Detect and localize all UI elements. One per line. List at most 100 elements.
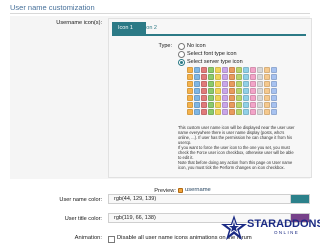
server-icon[interactable] xyxy=(222,67,228,73)
server-icon[interactable] xyxy=(271,88,277,94)
server-icon[interactable] xyxy=(257,81,263,87)
server-icon[interactable] xyxy=(243,88,249,94)
server-icon[interactable] xyxy=(229,81,235,87)
server-icon[interactable] xyxy=(208,95,214,101)
server-icon[interactable] xyxy=(201,74,207,80)
server-icon[interactable] xyxy=(208,81,214,87)
server-icon[interactable] xyxy=(215,95,221,101)
user-name-color-input[interactable]: rgb(44, 129, 139) xyxy=(108,194,310,204)
server-icon[interactable] xyxy=(222,81,228,87)
server-icon[interactable] xyxy=(250,74,256,80)
server-icon[interactable] xyxy=(236,74,242,80)
server-icon[interactable] xyxy=(194,88,200,94)
server-icon[interactable] xyxy=(229,102,235,108)
server-icon[interactable] xyxy=(271,67,277,73)
server-icon[interactable] xyxy=(243,67,249,73)
server-icon[interactable] xyxy=(250,81,256,87)
server-icon[interactable] xyxy=(243,95,249,101)
server-icon[interactable] xyxy=(201,67,207,73)
server-icon[interactable] xyxy=(194,102,200,108)
server-icon[interactable] xyxy=(236,88,242,94)
server-icon[interactable] xyxy=(257,102,263,108)
server-icon[interactable] xyxy=(243,102,249,108)
server-icon[interactable] xyxy=(264,102,270,108)
server-icon[interactable] xyxy=(271,102,277,108)
server-icon[interactable] xyxy=(271,81,277,87)
server-icon[interactable] xyxy=(201,102,207,108)
server-icon[interactable] xyxy=(264,67,270,73)
server-icon[interactable] xyxy=(236,109,242,115)
server-icon[interactable] xyxy=(250,95,256,101)
server-icon[interactable] xyxy=(243,74,249,80)
server-icon[interactable] xyxy=(215,102,221,108)
server-icon[interactable] xyxy=(250,88,256,94)
server-icon[interactable] xyxy=(187,74,193,80)
server-icon[interactable] xyxy=(194,81,200,87)
server-icon[interactable] xyxy=(264,109,270,115)
server-icon[interactable] xyxy=(201,109,207,115)
server-icon[interactable] xyxy=(236,102,242,108)
server-icon[interactable] xyxy=(187,109,193,115)
server-icon[interactable] xyxy=(229,67,235,73)
server-icon[interactable] xyxy=(201,88,207,94)
server-icon[interactable] xyxy=(257,74,263,80)
server-icon[interactable] xyxy=(257,109,263,115)
server-icon[interactable] xyxy=(187,81,193,87)
radio-server-type-icon[interactable] xyxy=(178,59,185,66)
server-icon[interactable] xyxy=(208,67,214,73)
server-icon[interactable] xyxy=(222,102,228,108)
server-icon[interactable] xyxy=(271,74,277,80)
server-icon[interactable] xyxy=(222,95,228,101)
type-label: Type: xyxy=(158,43,172,49)
server-icon[interactable] xyxy=(215,88,221,94)
server-icon[interactable] xyxy=(201,81,207,87)
server-icon[interactable] xyxy=(208,74,214,80)
logo-subtext: ONLINE xyxy=(274,230,300,235)
server-icon[interactable] xyxy=(236,81,242,87)
server-icon[interactable] xyxy=(215,109,221,115)
server-icon[interactable] xyxy=(257,67,263,73)
server-icon[interactable] xyxy=(229,74,235,80)
server-icon[interactable] xyxy=(264,81,270,87)
server-icon[interactable] xyxy=(201,95,207,101)
server-icon[interactable] xyxy=(194,109,200,115)
server-icon[interactable] xyxy=(215,81,221,87)
server-icon[interactable] xyxy=(271,109,277,115)
tab-icon-2[interactable]: Icon 2 xyxy=(136,22,168,34)
server-icon[interactable] xyxy=(194,67,200,73)
server-icon[interactable] xyxy=(187,67,193,73)
server-icon[interactable] xyxy=(250,102,256,108)
server-icon[interactable] xyxy=(222,109,228,115)
server-icon[interactable] xyxy=(264,88,270,94)
server-icon[interactable] xyxy=(194,95,200,101)
server-icon[interactable] xyxy=(257,95,263,101)
server-icon[interactable] xyxy=(264,74,270,80)
server-icon[interactable] xyxy=(243,109,249,115)
server-icon[interactable] xyxy=(215,74,221,80)
server-icon[interactable] xyxy=(236,67,242,73)
server-icon[interactable] xyxy=(229,95,235,101)
server-icon[interactable] xyxy=(243,81,249,87)
description-line: check the Force user icon checkbox, othe… xyxy=(178,150,294,155)
server-icon[interactable] xyxy=(194,74,200,80)
server-icon[interactable] xyxy=(271,95,277,101)
server-icon[interactable] xyxy=(250,109,256,115)
server-icon[interactable] xyxy=(187,102,193,108)
server-icon[interactable] xyxy=(208,109,214,115)
server-icon[interactable] xyxy=(236,95,242,101)
server-icon[interactable] xyxy=(250,67,256,73)
server-icon[interactable] xyxy=(257,88,263,94)
server-icon[interactable] xyxy=(222,88,228,94)
disable-animations-checkbox[interactable] xyxy=(108,236,115,243)
server-icon[interactable] xyxy=(208,102,214,108)
server-icon[interactable] xyxy=(229,109,235,115)
radio-font-type-icon[interactable] xyxy=(178,51,185,58)
server-icon[interactable] xyxy=(187,88,193,94)
server-icon[interactable] xyxy=(215,67,221,73)
server-icon[interactable] xyxy=(208,88,214,94)
server-icon[interactable] xyxy=(264,95,270,101)
server-icon[interactable] xyxy=(187,95,193,101)
server-icon[interactable] xyxy=(229,88,235,94)
server-icon[interactable] xyxy=(222,74,228,80)
radio-no-icon[interactable] xyxy=(178,43,185,50)
